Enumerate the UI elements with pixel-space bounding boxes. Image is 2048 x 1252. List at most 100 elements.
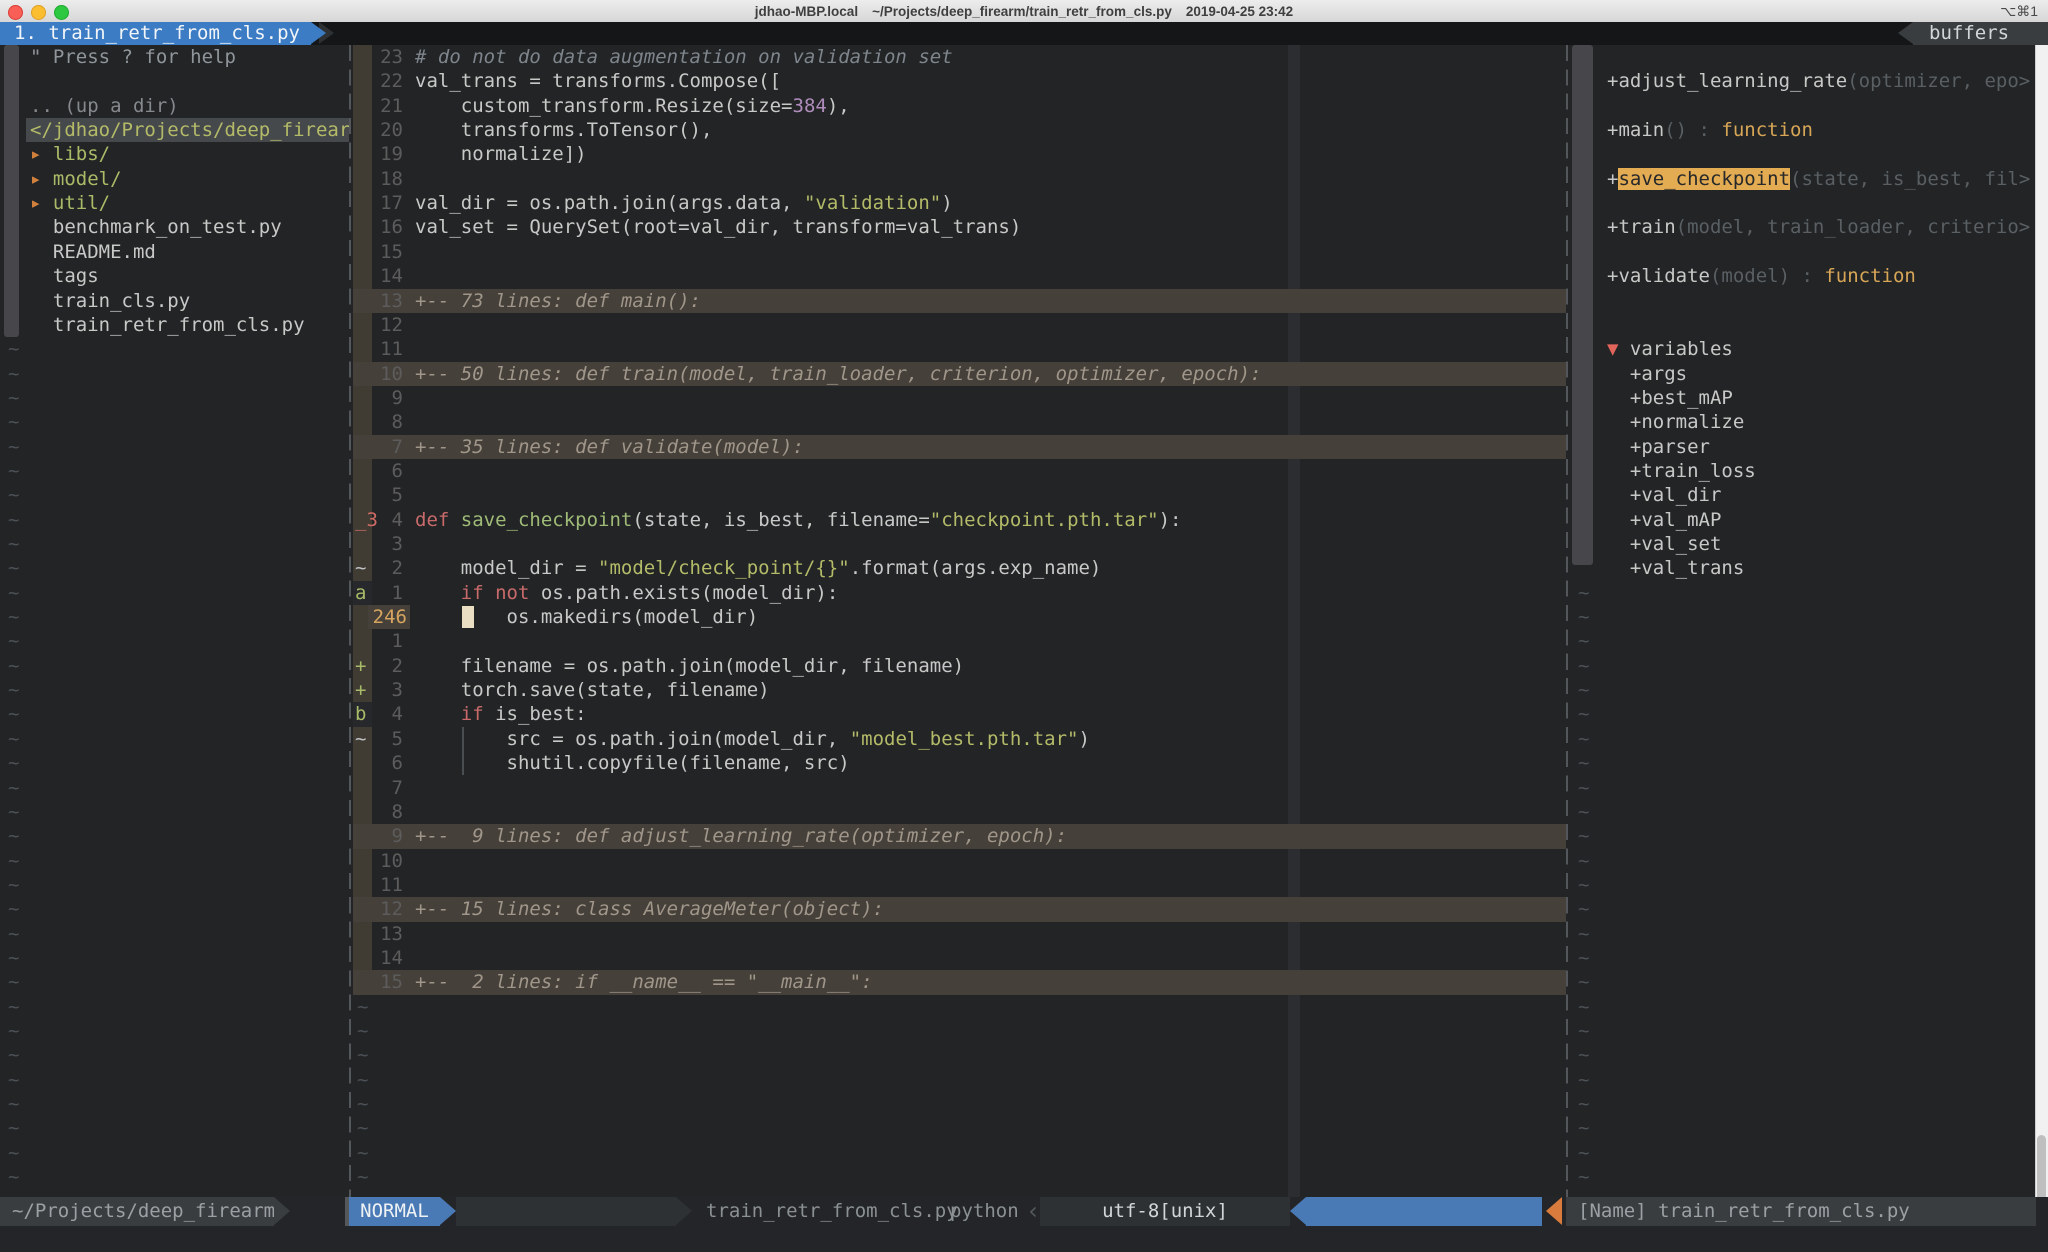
nerdtree-item[interactable]: benchmark_on_test.py [0, 215, 349, 239]
token: ~ [8, 655, 19, 677]
tilde: ~ [353, 1141, 1566, 1165]
code-line[interactable]: 15 [353, 240, 1566, 264]
editor-panel: 23# do not do data augmentation on valid… [353, 45, 1566, 1197]
code-line[interactable]: 23# do not do data augmentation on valid… [353, 45, 1566, 69]
line-number: 14 [353, 264, 403, 288]
tilde: ~ [0, 751, 349, 775]
code-line[interactable]: 8 [353, 410, 1566, 434]
fold-line[interactable]: +-- 2 lines: if __name__ == "__main__":1… [353, 970, 1566, 994]
nerdtree-item[interactable] [0, 69, 349, 93]
code-line[interactable]: 22val_trans = transforms.Compose([ [353, 69, 1566, 93]
tagbar-scrollbar-thumb[interactable] [1572, 45, 1593, 565]
tagbar-item[interactable]: +validate(model) : function [1570, 264, 2036, 288]
nerdtree-scrollbar-thumb[interactable] [4, 45, 19, 337]
code-line[interactable]: 14 [353, 264, 1566, 288]
tagbar-item[interactable]: +train_loss [1570, 459, 2036, 483]
code-line[interactable]: 20 transforms.ToTensor(), [353, 118, 1566, 142]
powerline-arrow-left-icon [1290, 1197, 1306, 1225]
nerdtree-item[interactable]: README.md [0, 240, 349, 264]
fold-line[interactable]: +-- 9 lines: def adjust_learning_rate(op… [353, 824, 1566, 848]
code-line[interactable]: 19 normalize]) [353, 142, 1566, 166]
nerdtree-item[interactable]: train_cls.py [0, 289, 349, 313]
code-line[interactable]: 6 shutil.copyfile(filename, src) [353, 751, 1566, 775]
tagbar-item[interactable]: +save_checkpoint(state, is_best, fil> [1570, 167, 2036, 191]
token: : [1687, 119, 1721, 141]
tagbar-item[interactable]: ▼ variables [1570, 337, 2036, 361]
tagbar-item[interactable]: +args [1570, 362, 2036, 386]
fold-line[interactable]: +-- 15 lines: class AverageMeter(object)… [353, 897, 1566, 921]
tilde: ~ [1570, 922, 2036, 946]
line-number: 3 [353, 532, 403, 556]
token: ~ [8, 923, 19, 945]
tagbar-item[interactable]: +train(model, train_loader, criterio> [1570, 215, 2036, 239]
tagbar-item[interactable]: +normalize [1570, 410, 2036, 434]
fold-line[interactable]: +-- 50 lines: def train(model, train_loa… [353, 362, 1566, 386]
nerdtree-item[interactable]: ▸ util/ [0, 191, 349, 215]
window-separator-left[interactable] [349, 45, 351, 1197]
tagbar-item[interactable]: +main() : function [1570, 118, 2036, 142]
code-line[interactable]: 1a if not os.path.exists(model_dir): [353, 581, 1566, 605]
token: +val_set [1607, 533, 1721, 555]
code-line[interactable]: 16val_set = QuerySet(root=val_dir, trans… [353, 215, 1566, 239]
token: ~ [1578, 679, 1589, 701]
token: ~ [1578, 1093, 1589, 1115]
code-line[interactable]: 2+ filename = os.path.join(model_dir, fi… [353, 654, 1566, 678]
nerdtree-item[interactable]: ▸ libs/ [0, 142, 349, 166]
fold-line[interactable]: +-- 73 lines: def main():13 [353, 289, 1566, 313]
gutter-sign: + [353, 678, 372, 702]
nerdtree-item[interactable]: .. (up a dir) [0, 94, 349, 118]
powerline-arrow-icon [676, 1197, 692, 1225]
token: +normalize [1607, 411, 1744, 433]
code-line[interactable]: 1 [353, 629, 1566, 653]
tagbar-item[interactable]: +parser [1570, 435, 2036, 459]
code-line[interactable]: 4b if is_best: [353, 702, 1566, 726]
nerdtree-item[interactable]: train_retr_from_cls.py [0, 313, 349, 337]
code-line[interactable]: 5~ src = os.path.join(model_dir, "model_… [353, 727, 1566, 751]
token: ~ [8, 996, 19, 1018]
tagbar-item[interactable]: +val_trans [1570, 556, 2036, 580]
code-line[interactable]: 10 [353, 849, 1566, 873]
token: libs/ [53, 143, 110, 165]
code-line[interactable]: 7 [353, 776, 1566, 800]
token: src = os.path.join(model_dir, [415, 728, 850, 750]
tagbar-item[interactable]: +val_set [1570, 532, 2036, 556]
command-line[interactable] [0, 1226, 2048, 1252]
code-line[interactable]: 11 [353, 337, 1566, 361]
token: ~ [357, 1166, 368, 1188]
code-line[interactable]: 18 [353, 167, 1566, 191]
scrollbar-track[interactable] [2035, 45, 2048, 1197]
code-line[interactable]: 11 [353, 873, 1566, 897]
code-line[interactable]: 3+ torch.save(state, filename) [353, 678, 1566, 702]
code-line[interactable]: 13 [353, 922, 1566, 946]
nerdtree-item[interactable]: </jdhao/Projects/deep_firear> [0, 118, 349, 142]
tagbar-item[interactable]: +val_dir [1570, 483, 2036, 507]
tilde: ~ [0, 386, 349, 410]
buffers-label[interactable]: buffers [1913, 22, 2048, 45]
code-line[interactable]: 2~ model_dir = "model/check_point/{}".fo… [353, 556, 1566, 580]
tilde: ~ [1570, 995, 2036, 1019]
tab-train-retr-from-cls[interactable]: 1. train_retr_from_cls.py [0, 22, 311, 45]
code-line[interactable]: 4_3def save_checkpoint(state, is_best, f… [353, 508, 1566, 532]
tilde: ~ [353, 1019, 1566, 1043]
tagbar-item[interactable]: +val_mAP [1570, 508, 2036, 532]
code-line[interactable]: 21 custom_transform.Resize(size=384), [353, 94, 1566, 118]
fold-line[interactable]: +-- 35 lines: def validate(model):7 [353, 435, 1566, 459]
window-separator-right[interactable] [1566, 45, 1568, 1197]
code-line[interactable]: 12 [353, 313, 1566, 337]
code-line[interactable]: 9 [353, 386, 1566, 410]
tagbar-item[interactable]: +best_mAP [1570, 386, 2036, 410]
code-line[interactable]: 14 [353, 946, 1566, 970]
nerdtree-item[interactable]: ▸ model/ [0, 167, 349, 191]
code-line[interactable]: 17val_dir = os.path.join(args.data, "val… [353, 191, 1566, 215]
nerdtree-item[interactable]: " Press ? for help [0, 45, 349, 69]
code-line[interactable]: 6 [353, 459, 1566, 483]
code-line[interactable]: 8 [353, 800, 1566, 824]
code-line[interactable]: 246 os.makedirs(model_dir) [353, 605, 1566, 629]
code-line[interactable]: 5 [353, 483, 1566, 507]
tab-arrow-icon [311, 22, 326, 44]
tagbar-item[interactable]: +adjust_learning_rate(optimizer, epo> [1570, 69, 2036, 93]
tilde: ~ [1570, 824, 2036, 848]
token: ~ [8, 947, 19, 969]
nerdtree-item[interactable]: tags [0, 264, 349, 288]
code-line[interactable]: 3 [353, 532, 1566, 556]
